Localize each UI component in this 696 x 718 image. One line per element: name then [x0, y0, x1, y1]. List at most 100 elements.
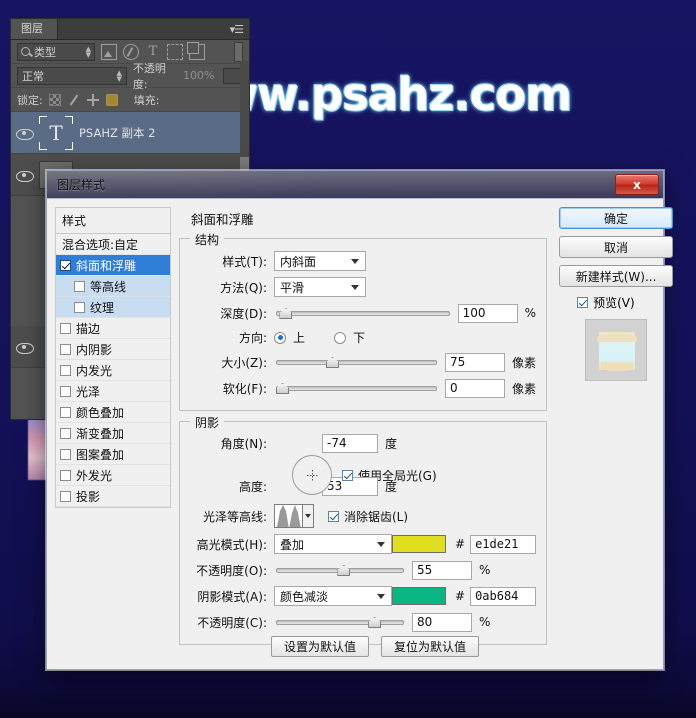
- highlight-hex-input[interactable]: e1de21: [470, 534, 537, 554]
- shadow-mode-select[interactable]: 颜色减淡: [274, 586, 392, 606]
- shadow-opacity-input[interactable]: 80: [412, 612, 472, 632]
- soften-field-label: 软化(F):: [222, 381, 267, 396]
- chevron-down-icon[interactable]: [301, 505, 313, 527]
- dialog-bottom-buttons: 设置为默认值 复位为默认值: [175, 636, 575, 657]
- sidebar-item-inner-glow[interactable]: 内发光: [56, 360, 170, 381]
- chevron-updown-icon: ▲ ▼: [116, 68, 122, 83]
- checkbox-bevel-emboss[interactable]: [60, 259, 71, 271]
- dialog-titlebar[interactable]: 图层样式 x: [47, 171, 663, 199]
- panel-menu-icon[interactable]: ▾☰: [230, 23, 244, 36]
- highlight-color-swatch[interactable]: [392, 535, 446, 553]
- antialias-label: 消除锯齿(L): [344, 509, 409, 524]
- checkbox-drop-shadow[interactable]: [60, 490, 71, 502]
- sidebar-item-pattern-overlay[interactable]: 图案叠加: [56, 444, 170, 465]
- angle-dial[interactable]: [292, 455, 332, 495]
- shadow-opacity-slider[interactable]: [276, 612, 404, 632]
- sidebar-item-stroke[interactable]: 描边: [56, 318, 170, 339]
- reset-default-button[interactable]: 复位为默认值: [381, 636, 480, 657]
- lock-transparent-icon[interactable]: [48, 93, 61, 106]
- filter-toggle-switch[interactable]: [234, 41, 243, 62]
- checkbox-color-overlay[interactable]: [60, 406, 71, 418]
- checkbox-satin[interactable]: [60, 385, 71, 397]
- highlight-opacity-input[interactable]: 55: [412, 560, 472, 580]
- shadow-opacity-label: 不透明度(C):: [197, 615, 267, 630]
- layer-thumbnail-text: T: [39, 115, 73, 150]
- style-item-label: 图案叠加: [76, 447, 125, 462]
- gloss-contour-picker[interactable]: [274, 504, 314, 528]
- adjustment-filter-icon[interactable]: [123, 43, 139, 60]
- direction-up-label: 上: [293, 331, 306, 345]
- sidebar-item-texture[interactable]: 纹理: [56, 297, 170, 318]
- ok-button[interactable]: 确定: [559, 207, 674, 229]
- soften-slider[interactable]: [276, 378, 438, 398]
- opacity-value[interactable]: 100%: [183, 69, 214, 82]
- antialias-checkbox-row[interactable]: 消除锯齿(L): [328, 508, 408, 525]
- smartobject-filter-icon[interactable]: [187, 41, 205, 60]
- layer-row-text[interactable]: T PSAHZ 副本 2: [11, 112, 249, 154]
- shape-filter-icon[interactable]: [167, 43, 183, 60]
- highlight-mode-value: 叠加: [280, 537, 305, 552]
- shadow-color-swatch[interactable]: [392, 587, 446, 605]
- preview-thumbnail: [585, 319, 648, 381]
- lock-brush-icon[interactable]: [68, 94, 80, 106]
- checkbox-contour[interactable]: [74, 280, 85, 292]
- highlight-opacity-slider[interactable]: [276, 560, 404, 580]
- shadow-mode-row: 阴影模式(A): 颜色减淡 # 0ab684: [190, 586, 537, 606]
- sidebar-item-drop-shadow[interactable]: 投影: [56, 486, 170, 507]
- sidebar-item-contour[interactable]: 等高线: [56, 276, 170, 297]
- highlight-opacity-label: 不透明度(O):: [196, 563, 267, 578]
- depth-value-input[interactable]: 100: [457, 303, 518, 323]
- shadow-hex-input[interactable]: 0ab684: [470, 586, 537, 606]
- checkbox-outer-glow[interactable]: [60, 469, 71, 481]
- sidebar-item-satin[interactable]: 光泽: [56, 381, 170, 402]
- radio-direction-up[interactable]: [274, 331, 286, 344]
- depth-unit: %: [524, 306, 537, 320]
- checkbox-inner-shadow[interactable]: [60, 343, 71, 355]
- bevel-style-select[interactable]: 内斜面: [274, 251, 366, 271]
- image-filter-icon[interactable]: [101, 43, 117, 60]
- checkbox-texture[interactable]: [74, 301, 85, 313]
- depth-slider[interactable]: [276, 303, 450, 323]
- size-slider[interactable]: [276, 352, 438, 372]
- checkbox-pattern-overlay[interactable]: [60, 448, 71, 460]
- sidebar-item-outer-glow[interactable]: 外发光: [56, 465, 170, 486]
- lock-all-icon[interactable]: [105, 93, 118, 106]
- preview-checkbox-row[interactable]: 预览(V): [577, 294, 679, 311]
- tab-layers[interactable]: 图层: [11, 19, 58, 39]
- radio-direction-down[interactable]: [334, 331, 347, 344]
- sidebar-item-gradient-overlay[interactable]: 渐变叠加: [56, 423, 170, 444]
- filter-type-select[interactable]: 类型 ▲ ▼: [17, 42, 95, 61]
- sidebar-item-color-overlay[interactable]: 颜色叠加: [56, 402, 170, 423]
- eye-icon[interactable]: [15, 124, 34, 142]
- style-item-blending-options[interactable]: 混合选项:自定: [56, 234, 170, 255]
- size-value-input[interactable]: 75: [445, 352, 506, 372]
- checkbox-inner-glow[interactable]: [60, 364, 71, 376]
- close-icon[interactable]: x: [615, 174, 659, 195]
- angle-value-input[interactable]: -74: [322, 434, 378, 453]
- eye-icon[interactable]: [15, 338, 34, 356]
- angle-unit: 度: [385, 437, 398, 451]
- sidebar-item-bevel-emboss[interactable]: 斜面和浮雕: [56, 255, 170, 276]
- cancel-button[interactable]: 取消: [559, 236, 674, 258]
- preview-label: 预览(V): [593, 296, 635, 310]
- checkbox-stroke[interactable]: [60, 322, 71, 334]
- soften-value-input[interactable]: 0: [445, 378, 506, 398]
- checkbox-antialias[interactable]: [328, 510, 339, 522]
- preview-shape: [597, 332, 638, 371]
- gloss-contour-row: 光泽等高线: 消除锯齿(L): [190, 504, 536, 528]
- highlight-mode-select[interactable]: 叠加: [274, 534, 392, 554]
- lock-move-icon[interactable]: [86, 93, 99, 106]
- checkbox-preview[interactable]: [577, 297, 589, 308]
- style-item-label: 混合选项:自定: [62, 237, 139, 252]
- text-filter-icon[interactable]: T: [145, 44, 161, 60]
- canvas-bottom-strip: [0, 690, 696, 718]
- style-field-label: 样式(T):: [222, 254, 267, 269]
- new-style-button[interactable]: 新建样式(W)...: [559, 265, 674, 287]
- blend-mode-select[interactable]: 正常 ▲ ▼: [17, 66, 127, 85]
- checkbox-global-light[interactable]: [342, 469, 353, 481]
- checkbox-gradient-overlay[interactable]: [60, 427, 71, 439]
- eye-icon[interactable]: [15, 166, 34, 184]
- set-default-button[interactable]: 设置为默认值: [270, 636, 369, 657]
- sidebar-item-inner-shadow[interactable]: 内阴影: [56, 339, 170, 360]
- technique-select[interactable]: 平滑: [274, 277, 366, 297]
